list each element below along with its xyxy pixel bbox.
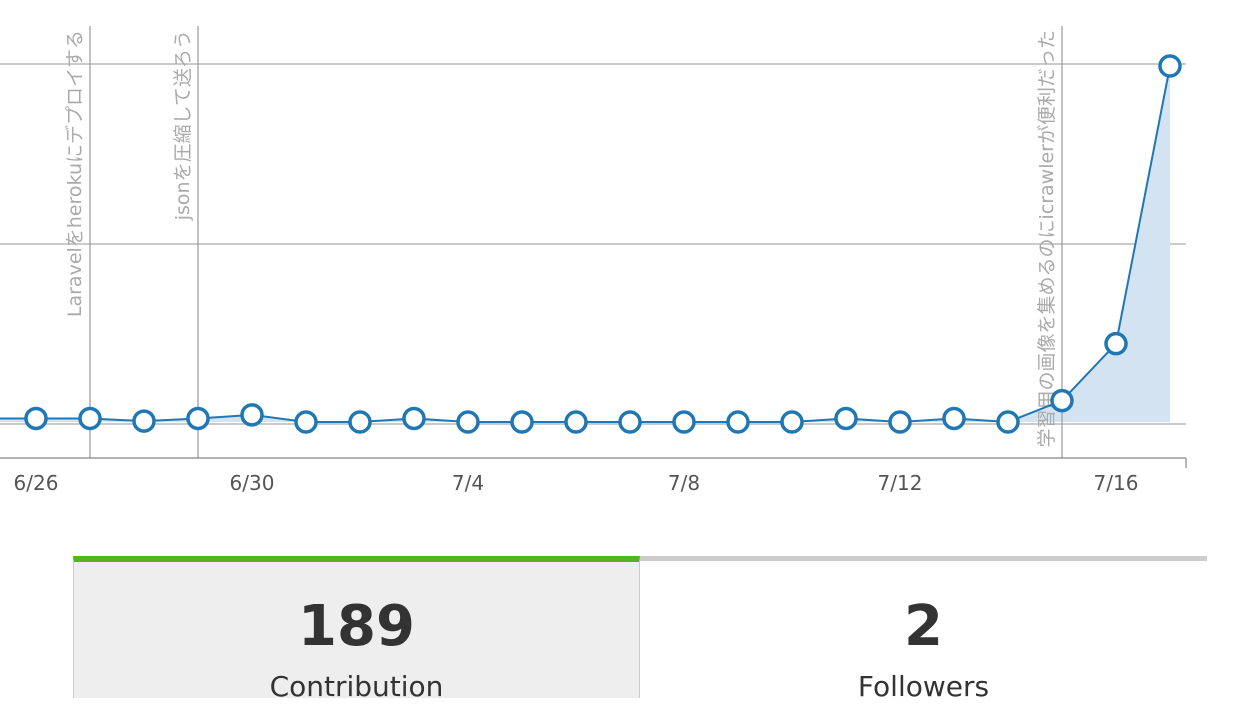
data-point: [942, 406, 966, 431]
x-tick-label: 6/26: [14, 471, 59, 495]
x-axis: 6/26 6/30 7/4 7/8 7/12 7/16: [0, 457, 1187, 495]
tab-contribution[interactable]: 189 Contribution: [73, 556, 640, 703]
x-tick-label: 6/30: [230, 471, 275, 495]
annotation-label: Laravelをherokuにデプロイする: [64, 30, 86, 317]
data-point: [402, 406, 426, 431]
tab-followers[interactable]: 2 Followers: [640, 556, 1207, 703]
data-point: [672, 410, 696, 434]
data-point: [834, 406, 858, 431]
data-point: [1050, 388, 1074, 413]
data-point: [132, 409, 156, 433]
followers-label: Followers: [857, 670, 990, 703]
x-tick-label: 7/16: [1094, 471, 1139, 495]
data-point: [888, 410, 912, 434]
data-point: [564, 410, 588, 434]
data-point: [78, 406, 102, 431]
data-point: [996, 410, 1020, 434]
contribution-count: 189: [298, 594, 415, 659]
data-point: [510, 410, 534, 434]
x-tick-label: 7/8: [668, 471, 700, 495]
data-point: [186, 406, 210, 431]
x-tick-label: 7/12: [878, 471, 923, 495]
data-point: [348, 410, 372, 434]
data-point: [24, 406, 48, 431]
followers-count: 2: [904, 594, 943, 659]
annotation-label: jsonを圧縮して送ろう: [172, 30, 194, 221]
data-point: [1158, 54, 1182, 78]
data-point: [240, 403, 264, 427]
data-point: [618, 410, 642, 434]
data-point: [456, 410, 480, 434]
data-point: [1104, 331, 1128, 356]
contribution-chart: Laravelをherokuにデプロイする jsonを圧縮して送ろう 学習用の画像を…: [0, 26, 1187, 495]
data-point: [780, 410, 804, 434]
annotation-markers: Laravelをherokuにデプロイする jsonを圧縮して送ろう 学習用の画像を…: [64, 26, 1063, 458]
data-point: [726, 410, 750, 434]
x-tick-label: 7/4: [452, 471, 484, 495]
annotation-label: 学習用の画像を集めるのにicrawlerが便利だった: [1036, 30, 1058, 448]
contribution-label: Contribution: [269, 670, 444, 703]
data-point: [294, 410, 318, 434]
stats-tabs: 189 Contribution 2 Followers: [73, 556, 1207, 703]
